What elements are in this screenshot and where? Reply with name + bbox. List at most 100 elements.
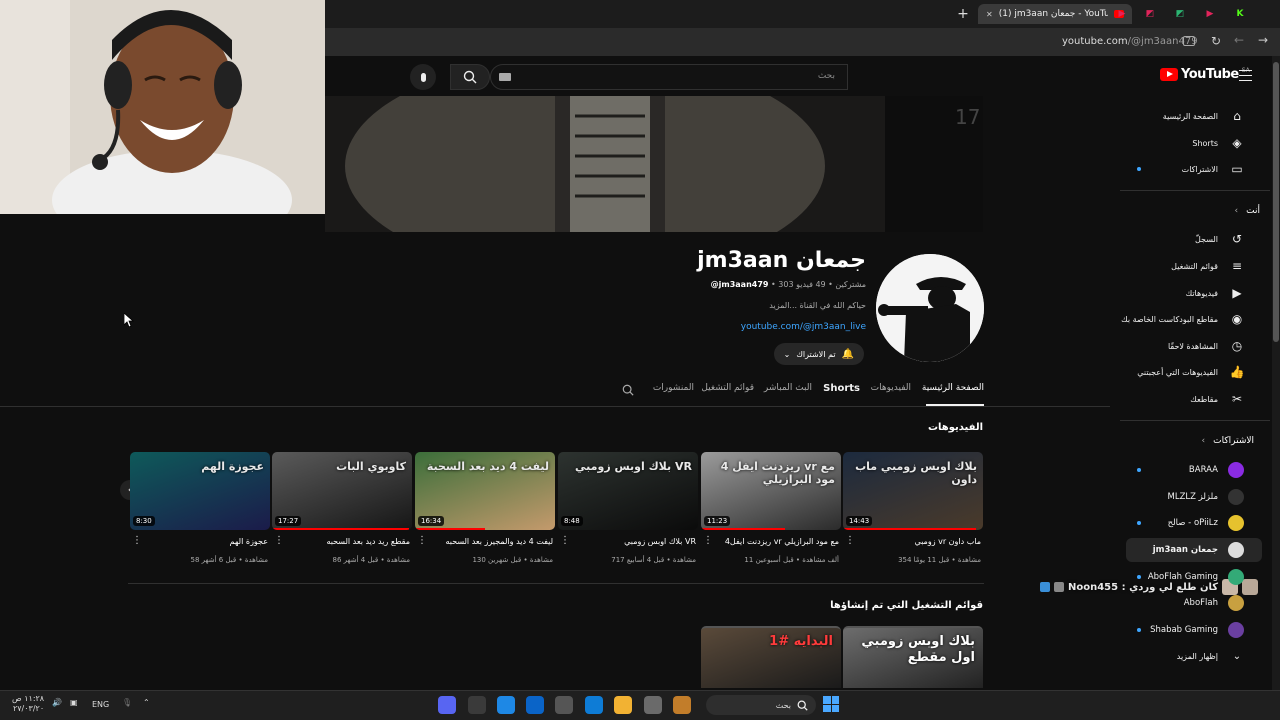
channel-link[interactable]: youtube.com/@jm3aan_live	[741, 322, 866, 332]
video-duration: 14:43	[846, 516, 873, 526]
obs-icon[interactable]	[468, 696, 486, 714]
sidebar-subscription[interactable]: AboFlah	[1120, 592, 1270, 614]
sidebar-item[interactable]: الصفحة الرئيسية ⌂	[1120, 105, 1270, 127]
cowboy-gunman-image	[876, 254, 984, 362]
store-icon[interactable]	[555, 696, 573, 714]
active-tab[interactable]: ✕ (1) jm3aan جمعان - YouTube	[978, 4, 1132, 24]
video-title[interactable]: بلاك اوبس زومبي VR	[566, 537, 696, 546]
tab-videos[interactable]: الفيديوهات	[871, 383, 911, 393]
subscription-name: صالح - oPiiLz	[1167, 518, 1218, 528]
forward-icon[interactable]: →	[1258, 33, 1268, 47]
pinned-tab-icon: ◩	[1145, 9, 1155, 19]
sidebar-subscription[interactable]: AboFlah Gaming	[1120, 566, 1270, 588]
sidebar-item[interactable]: مقاطعك ✂	[1120, 388, 1270, 410]
video-thumbnail[interactable]: ليفت 4 ديد بعد السحبة 16:34	[415, 452, 555, 530]
voice-search-button[interactable]	[410, 64, 436, 90]
taskbar-search[interactable]: بحث	[706, 695, 816, 715]
url-field[interactable]: youtube.com/@jm3aan479	[1062, 36, 1198, 47]
notepad-icon[interactable]	[644, 696, 662, 714]
more-options-icon[interactable]: ⋮	[417, 535, 427, 546]
sidebar-item-label: فيديوهاتك	[1185, 288, 1218, 298]
sidebar-item[interactable]: الفيديوهات التي أعجبتني 👍	[1120, 361, 1270, 383]
video-thumbnail[interactable]: كاوبوي البات 17:27	[272, 452, 412, 530]
sidebar-item[interactable]: مقاطع البودكاست الخاصة بك ◉	[1120, 308, 1270, 330]
sidebar-item[interactable]: الاشتراكات ▭	[1120, 158, 1270, 180]
scrollbar-thumb[interactable]	[1273, 62, 1279, 342]
sidebar-subscription[interactable]: Shabab Gaming	[1120, 619, 1270, 641]
tab-posts[interactable]: المنشورات	[653, 383, 694, 393]
volume-icon[interactable]: 🔊	[52, 698, 62, 707]
shorts-icon: ◈	[1232, 136, 1242, 150]
outlook-icon[interactable]	[526, 696, 544, 714]
tray-chevron-icon[interactable]: ⌃	[143, 698, 150, 707]
thumbnail-text: كاوبوي البات	[336, 460, 406, 473]
more-options-icon[interactable]: ⋮	[274, 535, 284, 546]
network-icon[interactable]: ▣	[70, 698, 78, 707]
pinned-tab[interactable]: K	[1232, 6, 1248, 22]
video-title[interactable]: عجوزة الهم	[138, 537, 268, 546]
discord-icon[interactable]	[438, 696, 456, 714]
chrome-icon[interactable]	[497, 696, 515, 714]
video-thumbnail[interactable]: ريزدنت ايفل 4 vr مع مود البرازيلي 11:23	[701, 452, 841, 530]
sidebar-subscription[interactable]: jm3aan جمعان	[1120, 539, 1270, 561]
video-title[interactable]: ريزدنت ايفل4 vr مع مود البرازيلي	[709, 537, 839, 546]
pinned-tab[interactable]: ▶	[1114, 6, 1130, 22]
youtube-logo[interactable]: YouTube SA	[1160, 67, 1250, 82]
video-thumbnail[interactable]: بلاك اوبس زومبي ماب داون 14:43	[843, 452, 983, 530]
new-tab-button[interactable]: +	[956, 6, 970, 22]
pinned-tab[interactable]: ◩	[1172, 6, 1188, 22]
reader-mode-icon[interactable]	[1183, 36, 1195, 46]
sidebar-item[interactable]: فيديوهاتك ▶	[1120, 282, 1270, 304]
videos-section-title[interactable]: الفيديوهات	[928, 422, 983, 433]
windows-start-icon[interactable]	[823, 696, 839, 712]
keyboard-icon[interactable]	[499, 73, 511, 81]
pinned-tab[interactable]: ▶	[1202, 6, 1218, 22]
search-input[interactable]: بحث	[490, 64, 848, 90]
reload-icon[interactable]: ↻	[1211, 34, 1221, 48]
playlist-thumbnail[interactable]: بلاك اوبس زومبي اول مقطع	[843, 626, 983, 688]
clock[interactable]: ١١:٢٨ ص ٢٧/٠٣/٢٠	[12, 694, 44, 714]
more-options-icon[interactable]: ⋮	[560, 535, 570, 546]
more-options-icon[interactable]: ⋮	[703, 535, 713, 546]
edge-icon[interactable]	[585, 696, 603, 714]
sidebar-subscription[interactable]: BARAA	[1120, 459, 1270, 481]
more-options-icon[interactable]: ⋮	[845, 535, 855, 546]
tab-playlists[interactable]: قوائم التشغيل	[701, 383, 754, 393]
sidebar-subscription[interactable]: MLZLZ ملزلز	[1120, 486, 1270, 508]
sidebar-item[interactable]: Shorts ◈	[1120, 132, 1270, 154]
svg-text:17: 17	[955, 105, 980, 129]
show-more-button[interactable]: إظهار المزيد ⌄	[1120, 645, 1270, 667]
tab-live[interactable]: البث المباشر	[764, 383, 812, 393]
subscribed-button[interactable]: ⌄ تم الاشتراك 🔔	[773, 343, 864, 365]
video-thumbnail[interactable]: بلاك اوبس زومبي VR 8:48	[558, 452, 698, 530]
back-icon[interactable]: ←	[1234, 33, 1244, 47]
thumbnail-text: بلاك اوبس زومبي VR	[575, 460, 692, 473]
tab-home[interactable]: الصفحة الرئيسية	[922, 383, 984, 393]
channel-avatar[interactable]	[876, 254, 984, 362]
sidebar-subscriptions-header[interactable]: ‹ الاشتراكات	[1120, 436, 1254, 446]
close-tab-icon[interactable]: ✕	[986, 10, 993, 19]
language-indicator[interactable]: ENG	[92, 700, 109, 709]
search-button[interactable]	[450, 64, 490, 90]
playlists-section-title[interactable]: قوائم التشغيل التي تم إنشاؤها	[830, 600, 983, 611]
video-title[interactable]: مقطع ريد ديد بعد السحبه	[280, 537, 410, 546]
channel-description[interactable]: حياكم الله في القناة ...المزيد	[769, 301, 866, 310]
game-icon[interactable]	[673, 696, 691, 714]
video-thumbnail[interactable]: عجوزة الهم 8:30	[130, 452, 270, 530]
playlist-thumbnail[interactable]: البدايه #1	[701, 626, 841, 688]
sidebar-item-label: قوائم التشغيل	[1171, 261, 1218, 271]
tab-shorts[interactable]: Shorts	[823, 383, 860, 394]
sidebar-you-header[interactable]: ‹ أنت	[1120, 206, 1260, 216]
video-title[interactable]: زومبي vr ماب داون	[851, 537, 981, 546]
sidebar-subscription[interactable]: صالح - oPiiLz	[1120, 512, 1270, 534]
mic-tray-icon[interactable]: 🎙	[122, 698, 132, 707]
more-options-icon[interactable]: ⋮	[132, 535, 142, 546]
sidebar-item[interactable]: السجلّ ↺	[1120, 228, 1270, 250]
sidebar-item[interactable]: المشاهدة لاحقًا ◷	[1120, 335, 1270, 357]
menu-icon[interactable]	[1239, 70, 1252, 81]
video-title[interactable]: ليفت 4 ديد والمجيرز بعد السحبه	[423, 537, 553, 546]
channel-search-icon[interactable]	[622, 384, 634, 399]
file-explorer-icon[interactable]	[614, 696, 632, 714]
pinned-tab[interactable]: ◩	[1142, 6, 1158, 22]
sidebar-item[interactable]: قوائم التشغيل ≡	[1120, 255, 1270, 277]
